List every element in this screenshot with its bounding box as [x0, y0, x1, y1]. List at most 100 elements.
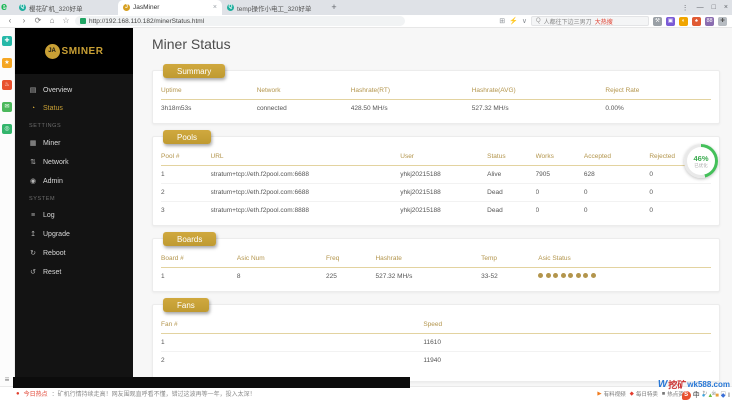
refresh-icon[interactable]: ⟳ — [33, 15, 43, 27]
extension-6-icon[interactable]: ✚ — [718, 16, 727, 26]
pools-col-user: User — [400, 153, 414, 160]
pool3-accepted: 0 — [583, 207, 588, 214]
video-icon: ▶ — [597, 390, 602, 397]
apps-grid-icon[interactable]: ⊞ — [499, 17, 505, 25]
watermark-site: wk588.com — [687, 380, 730, 389]
board1-hashrate: 527.32 MH/s — [375, 273, 413, 280]
extension-4-icon[interactable]: ♠ — [692, 16, 701, 26]
browser-logo-icon[interactable]: e — [1, 1, 13, 13]
pools-col-pool: Pool # — [161, 153, 180, 160]
pools-col-works: Works — [535, 153, 554, 160]
statusbar-video-item[interactable]: ▶ 有料视频 — [597, 390, 625, 398]
pools-card: Pools Pool # URL User Status Works Accep… — [152, 130, 720, 226]
fan-row-1: 1 11610 — [161, 334, 711, 352]
summary-col-uptime: Uptime — [161, 87, 182, 94]
upgrade-label: Upgrade — [43, 230, 70, 238]
strip-menu-icon[interactable]: ≡ — [5, 375, 10, 384]
strip-chat-icon[interactable]: ◎ — [2, 124, 12, 134]
sidebar-item-status[interactable]: ◔ Status — [29, 105, 133, 112]
ime-icon-1[interactable]: ● — [702, 393, 706, 399]
deals-icon: ◆ — [629, 390, 634, 397]
extension-2-icon[interactable]: ▣ — [666, 16, 675, 26]
strip-hot-icon[interactable]: ♨ — [2, 80, 12, 90]
fan2-speed: 11940 — [423, 357, 441, 364]
sidebar-item-overview[interactable]: ▤ Overview — [29, 86, 133, 95]
back-icon[interactable]: ‹ — [5, 15, 15, 27]
sidebar-item-network[interactable]: ⇅ Network — [29, 158, 133, 167]
summary-col-hashrate-rt: Hashrate(RT) — [350, 87, 390, 94]
asic-status-dots — [538, 273, 711, 280]
fan1-number: 1 — [161, 339, 165, 346]
search-hot-badge: 大热搜 — [594, 19, 613, 26]
url-text: http://192.168.110.182/minerStatus.html — [89, 17, 205, 25]
browser-side-strip: ✚ ★ ♨ ✉ ◎ ≡ — [0, 28, 15, 386]
window-more-icon[interactable]: ⋮ — [682, 4, 689, 12]
ime-icon-4[interactable]: ◆ — [721, 393, 726, 399]
hashrate-rt-value: 428.50 MH/s — [350, 105, 388, 112]
board1-temp: 33-52 — [481, 273, 498, 280]
bookmark-star-icon[interactable]: ☆ — [61, 15, 71, 27]
strip-mail-icon[interactable]: ✉ — [2, 102, 12, 112]
admin-label: Admin — [43, 177, 63, 185]
ime-icon-2[interactable]: ▲ — [707, 393, 713, 399]
sidebar-item-admin[interactable]: ◉ Admin — [29, 177, 133, 186]
pools-header-row: Pool # URL User Status Works Accepted Re… — [161, 149, 711, 166]
board-row-1: 1 8 225 527.32 MH/s 33-52 — [161, 268, 711, 285]
pool2-number: 2 — [161, 189, 165, 196]
boards-col-temp: Temp — [481, 255, 497, 262]
browser-tab-3[interactable]: Q temp操作小电工_320好单 — [222, 0, 326, 15]
window-minimize-icon[interactable]: — — [697, 4, 704, 11]
statusbar-deals-item[interactable]: ◆ 每日特卖 — [630, 390, 658, 398]
browser-tab-1[interactable]: Q 樱花矿机_320好单 — [14, 0, 118, 15]
tab2-title: JasMiner — [133, 4, 160, 11]
address-bar[interactable]: http://192.168.110.182/minerStatus.html — [75, 16, 405, 26]
news-ticker[interactable]: ：矿机行情持续走高！网友围观直呼看不懂，错过这波再等一年，投入太深！ — [52, 389, 256, 398]
strip-translate-icon[interactable]: ✚ — [2, 36, 12, 46]
speed-ball-overlay[interactable]: 46% 已优化 — [684, 144, 718, 178]
dropdown-icon[interactable]: ∨ — [522, 17, 527, 25]
hot-news-label[interactable]: 今日热点 — [24, 389, 48, 398]
watermark-logo-icon: W — [657, 379, 668, 390]
extension-3-icon[interactable]: ◐ — [679, 16, 688, 26]
boost-icon[interactable]: ⚡ — [509, 17, 518, 25]
sidebar-item-miner[interactable]: ▦ Miner — [29, 139, 133, 148]
browser-tab-jasminer[interactable]: J JasMiner × — [118, 0, 222, 15]
reboot-icon: ↻ — [30, 250, 36, 257]
window-close-icon[interactable]: × — [724, 4, 728, 11]
overview-label: Overview — [43, 86, 73, 94]
board1-number: 1 — [161, 273, 165, 280]
extension-1-icon[interactable]: ⚒ — [653, 16, 662, 26]
pool-row-3: 3 stratum+tcp://eth.f2pool.com:8888 yhkj… — [161, 202, 711, 219]
boards-card: Boards Board # Asic Num Freq Hashrate Te… — [152, 232, 720, 292]
summary-badge: Summary — [163, 64, 226, 78]
sidebar-item-upgrade[interactable]: ↥ Upgrade — [29, 230, 133, 239]
sidebar-item-reset[interactable]: ↺ Reset — [29, 268, 133, 277]
tab2-favicon-icon: J — [123, 4, 130, 11]
summary-row: 3h18m53s connected 428.50 MH/s 527.32 MH… — [161, 100, 711, 117]
extension-5-icon[interactable]: 88 — [705, 16, 714, 26]
window-maximize-icon[interactable]: □ — [712, 4, 716, 11]
pool1-status: Alive — [487, 171, 502, 178]
home-icon[interactable]: ⌂ — [47, 15, 57, 27]
pool3-url: stratum+tcp://eth.f2pool.com:8888 — [210, 207, 309, 214]
search-icon: Q — [536, 18, 541, 24]
pools-col-url: URL — [210, 153, 224, 160]
main-content: Miner Status Summary Uptime Network Hash… — [133, 28, 732, 386]
sidebar-item-log[interactable]: ≡ Log — [29, 212, 133, 219]
reject-rate-value: 0.00% — [605, 105, 624, 112]
tab2-close-icon[interactable]: × — [213, 4, 217, 11]
sidebar-item-reboot[interactable]: ↻ Reboot — [29, 249, 133, 258]
board1-freq: 225 — [325, 273, 337, 280]
new-tab-button[interactable]: + — [326, 0, 342, 15]
forward-icon[interactable]: › — [19, 15, 29, 27]
ime-mode-toggle[interactable]: 中 — [693, 392, 700, 399]
ime-logo-icon[interactable]: S — [681, 391, 691, 400]
pool2-works: 0 — [535, 189, 540, 196]
reset-icon: ↺ — [30, 269, 36, 276]
strip-favorites-icon[interactable]: ★ — [2, 58, 12, 68]
ime-icon-3[interactable]: ■ — [715, 393, 719, 399]
pool2-accepted: 0 — [583, 189, 588, 196]
ime-icon-5[interactable]: ‖ — [728, 393, 730, 399]
browser-search-box[interactable]: Q 人都往下边三男刀 大热搜 — [531, 16, 649, 26]
summary-header-row: Uptime Network Hashrate(RT) Hashrate(AVG… — [161, 83, 711, 100]
